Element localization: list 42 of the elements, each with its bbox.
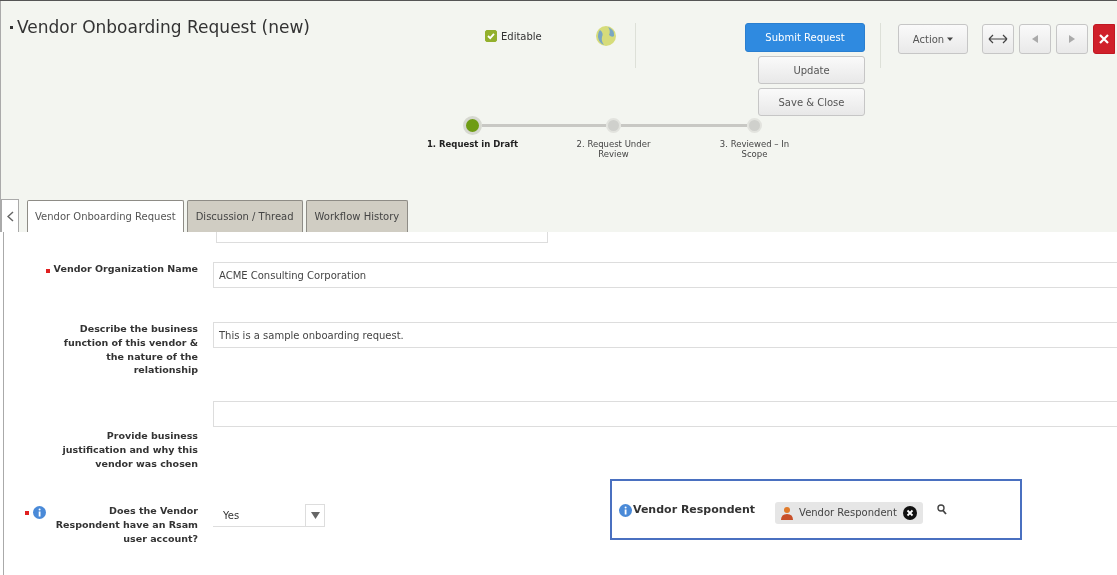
step-label: 1. Request in Draft <box>425 139 520 150</box>
caret-icon <box>947 36 954 42</box>
step-label: 2. Request Under Review <box>575 139 652 160</box>
next-button[interactable] <box>1056 24 1088 54</box>
update-button[interactable]: Update <box>758 56 865 84</box>
tab[interactable]: Vendor Onboarding Request <box>27 200 184 232</box>
input-field[interactable]: This is a sample onboarding request. <box>213 322 1117 348</box>
submit-request-button[interactable]: Submit Request <box>745 23 865 52</box>
right-triangle-icon <box>1069 35 1075 43</box>
tab[interactable]: Discussion / Thread <box>186 200 303 232</box>
action-menu-button[interactable]: Action <box>898 24 968 54</box>
editable-checkbox[interactable] <box>485 30 497 42</box>
dropdown-arrow-icon <box>310 511 320 519</box>
input-field[interactable] <box>213 401 1117 428</box>
field-label: Vendor Organization Name <box>53 262 198 276</box>
remove-icon[interactable] <box>902 505 917 520</box>
page-title: Vendor Onboarding Request (new) <box>17 17 310 37</box>
field-label: Provide business justification and why this vendor was chosen <box>61 429 198 471</box>
globe-icon[interactable] <box>595 25 617 47</box>
editable-label: Editable <box>501 30 542 42</box>
scroll-left-button[interactable] <box>1 199 19 232</box>
chevron-left-icon <box>6 210 14 222</box>
input-field[interactable]: ACME Consulting Corporation <box>213 262 1117 288</box>
previous-button[interactable] <box>1019 24 1051 54</box>
info-icon[interactable] <box>619 504 632 518</box>
respondent-label: Vendor Respondent <box>633 503 756 517</box>
double-arrow-icon <box>988 34 1008 44</box>
dropdown-field[interactable]: Yes <box>213 504 325 528</box>
expand-button[interactable] <box>982 24 1014 54</box>
tab[interactable]: Workflow History <box>305 200 409 232</box>
close-icon <box>1099 34 1109 44</box>
left-triangle-icon <box>1032 35 1038 43</box>
step-label: 3. Reviewed – In Scope <box>718 139 791 160</box>
person-icon <box>781 505 794 520</box>
search-icon[interactable] <box>936 504 947 516</box>
info-icon[interactable] <box>33 506 46 520</box>
field-label: Describe the business function of this vendor & the nature of the relationship <box>62 322 198 378</box>
field-label: Does the Vendor Respondent have an Rsam user account? <box>54 504 198 546</box>
input-field[interactable] <box>216 232 548 243</box>
close-button[interactable] <box>1093 24 1115 54</box>
save-close-button[interactable]: Save & Close <box>758 88 865 116</box>
user-chip[interactable]: Vendor Respondent <box>775 501 923 524</box>
